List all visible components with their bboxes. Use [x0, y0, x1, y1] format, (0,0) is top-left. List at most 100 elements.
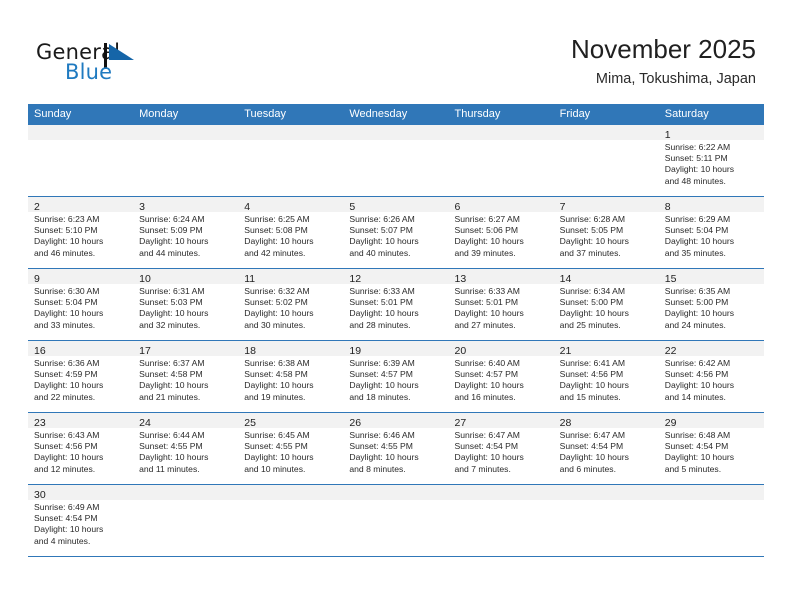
calendar-day-cell[interactable]: 20 Sunrise: 6:40 AM Sunset: 4:57 PM Dayligh…: [448, 341, 554, 412]
page-title: November 2025: [571, 34, 756, 64]
day-details: Sunrise: 6:30 AM Sunset: 5:04 PM Daylight:…: [28, 284, 133, 331]
daylight-duration-line1: Daylight: 10 hours: [349, 452, 419, 463]
sunrise-time: Sunrise: 6:24 AM: [139, 214, 205, 224]
calendar-day-cell[interactable]: 23 Sunrise: 6:43 AM Sunset: 4:56 PM Dayligh…: [28, 413, 134, 484]
calendar-day-cell-empty: [133, 485, 239, 556]
calendar-grid: Sunday Monday Tuesday Wednesday Thursday…: [28, 104, 764, 557]
day-details: [554, 140, 659, 142]
daylight-duration-line1: Daylight: 10 hours: [664, 308, 735, 319]
calendar-day-cell[interactable]: 7 Sunrise: 6:28 AM Sunset: 5:05 PM Daylight…: [553, 197, 659, 268]
daylight-duration-line2: and 7 minutes.: [454, 463, 511, 474]
calendar-day-cell-empty: [658, 485, 764, 556]
sunset-time: Sunset: 5:04 PM: [664, 225, 729, 236]
brand-logo[interactable]: General Blue: [36, 40, 296, 94]
day-details: Sunrise: 6:29 AM Sunset: 5:04 PM Daylight:…: [659, 212, 764, 259]
daylight-duration-line2: and 16 minutes.: [454, 391, 516, 402]
daylight-duration-line1: Daylight: 10 hours: [664, 452, 735, 463]
calendar-day-cell[interactable]: 13 Sunrise: 6:33 AM Sunset: 5:01 PM Dayligh…: [448, 269, 554, 340]
day-number-band: 21: [553, 341, 659, 357]
day-number-band: 1: [658, 125, 764, 141]
day-number-band: 14: [553, 269, 659, 285]
day-number-band: 30: [28, 485, 134, 501]
calendar-day-cell[interactable]: 14 Sunrise: 6:34 AM Sunset: 5:00 PM Dayligh…: [553, 269, 659, 340]
calendar-day-cell[interactable]: 29 Sunrise: 6:48 AM Sunset: 4:54 PM Dayligh…: [658, 413, 764, 484]
sunset-time: Sunset: 4:55 PM: [244, 441, 308, 452]
sunset-time: Sunset: 4:54 PM: [454, 441, 519, 452]
calendar-day-cell[interactable]: 19 Sunrise: 6:39 AM Sunset: 4:57 PM Dayligh…: [343, 341, 449, 412]
day-number-band: 27: [448, 413, 554, 429]
sunrise-time: Sunrise: 6:37 AM: [139, 358, 205, 368]
day-details: [449, 500, 554, 502]
calendar-day-cell-empty: [553, 485, 659, 556]
day-number-band: 28: [553, 413, 659, 429]
calendar-day-cell[interactable]: 4 Sunrise: 6:25 AM Sunset: 5:08 PM Daylight…: [238, 197, 344, 268]
sunset-time: Sunset: 4:56 PM: [664, 369, 729, 380]
calendar-day-cell[interactable]: 15 Sunrise: 6:35 AM Sunset: 5:00 PM Dayligh…: [658, 269, 764, 340]
calendar-day-cell[interactable]: 5 Sunrise: 6:26 AM Sunset: 5:07 PM Daylight…: [343, 197, 449, 268]
calendar-day-cell[interactable]: 17 Sunrise: 6:37 AM Sunset: 4:58 PM Dayligh…: [133, 341, 239, 412]
day-details: Sunrise: 6:47 AM Sunset: 4:54 PM Daylight:…: [449, 428, 554, 475]
day-number: 3: [139, 201, 145, 213]
day-number-band: [238, 125, 344, 140]
calendar-day-cell[interactable]: 27 Sunrise: 6:47 AM Sunset: 4:54 PM Dayligh…: [448, 413, 554, 484]
day-number-band: 25: [238, 413, 344, 429]
sunrise-time: Sunrise: 6:38 AM: [244, 358, 310, 368]
day-details: Sunrise: 6:26 AM Sunset: 5:07 PM Daylight:…: [343, 212, 448, 259]
day-number-band: [553, 125, 659, 140]
day-details: Sunrise: 6:47 AM Sunset: 4:54 PM Daylight:…: [554, 428, 659, 475]
calendar-day-cell[interactable]: 18 Sunrise: 6:38 AM Sunset: 4:58 PM Dayligh…: [238, 341, 344, 412]
sunset-time: Sunset: 4:58 PM: [244, 369, 308, 380]
sunrise-time: Sunrise: 6:40 AM: [454, 358, 520, 368]
sunrise-time: Sunrise: 6:28 AM: [559, 214, 626, 224]
calendar-day-cell[interactable]: 21 Sunrise: 6:41 AM Sunset: 4:56 PM Dayligh…: [553, 341, 659, 412]
calendar-day-cell[interactable]: 8 Sunrise: 6:29 AM Sunset: 5:04 PM Daylight…: [658, 197, 764, 268]
day-number-band: 8: [658, 197, 764, 213]
weekday-header-row: Sunday Monday Tuesday Wednesday Thursday…: [28, 104, 764, 125]
daylight-duration-line2: and 15 minutes.: [559, 391, 621, 402]
daylight-duration-line2: and 37 minutes.: [559, 247, 621, 258]
daylight-duration-line2: and 12 minutes.: [34, 463, 96, 474]
day-number-band: 16: [28, 341, 134, 357]
daylight-duration-line2: and 30 minutes.: [244, 319, 306, 330]
calendar-page: General Blue November 2025 Mima, Tokushi…: [0, 0, 792, 612]
daylight-duration-line1: Daylight: 10 hours: [139, 236, 209, 247]
day-number-band: 18: [238, 341, 344, 357]
sunrise-time: Sunrise: 6:22 AM: [664, 142, 731, 152]
day-number-band: 19: [343, 341, 449, 357]
sunset-time: Sunset: 5:00 PM: [664, 297, 729, 308]
calendar-day-cell[interactable]: 1 Sunrise: 6:22 AM Sunset: 5:11 PM Daylight…: [658, 125, 764, 196]
calendar-day-cell[interactable]: 30 Sunrise: 6:49 AM Sunset: 4:54 PM Dayligh…: [28, 485, 134, 556]
calendar-day-cell[interactable]: 28 Sunrise: 6:47 AM Sunset: 4:54 PM Dayligh…: [553, 413, 659, 484]
daylight-duration-line1: Daylight: 10 hours: [454, 452, 524, 463]
calendar-day-cell-empty: [448, 125, 554, 196]
calendar-day-cell[interactable]: 9 Sunrise: 6:30 AM Sunset: 5:04 PM Daylight…: [28, 269, 134, 340]
daylight-duration-line2: and 27 minutes.: [454, 319, 516, 330]
day-number-band: 15: [658, 269, 764, 285]
calendar-weeks: 1 Sunrise: 6:22 AM Sunset: 5:11 PM Daylight…: [28, 125, 764, 557]
daylight-duration-line1: Daylight: 10 hours: [34, 236, 104, 247]
daylight-duration-line2: and 32 minutes.: [139, 319, 201, 330]
sunrise-time: Sunrise: 6:25 AM: [244, 214, 310, 224]
calendar-day-cell[interactable]: 24 Sunrise: 6:44 AM Sunset: 4:55 PM Dayligh…: [133, 413, 239, 484]
calendar-day-cell[interactable]: 3 Sunrise: 6:24 AM Sunset: 5:09 PM Daylight…: [133, 197, 239, 268]
calendar-day-cell[interactable]: 12 Sunrise: 6:33 AM Sunset: 5:01 PM Dayligh…: [343, 269, 449, 340]
calendar-day-cell[interactable]: 22 Sunrise: 6:42 AM Sunset: 4:56 PM Dayligh…: [658, 341, 764, 412]
calendar-day-cell[interactable]: 2 Sunrise: 6:23 AM Sunset: 5:10 PM Daylight…: [28, 197, 134, 268]
calendar-day-cell[interactable]: 10 Sunrise: 6:31 AM Sunset: 5:03 PM Dayligh…: [133, 269, 239, 340]
sunrise-time: Sunrise: 6:42 AM: [664, 358, 731, 368]
day-details: [659, 500, 764, 502]
calendar-day-cell[interactable]: 26 Sunrise: 6:46 AM Sunset: 4:55 PM Dayligh…: [343, 413, 449, 484]
day-number: 8: [664, 201, 671, 213]
calendar-day-cell-empty: [448, 485, 554, 556]
day-number: 24: [139, 417, 151, 429]
calendar-day-cell[interactable]: 16 Sunrise: 6:36 AM Sunset: 4:59 PM Dayligh…: [28, 341, 134, 412]
calendar-day-cell[interactable]: 11 Sunrise: 6:32 AM Sunset: 5:02 PM Dayligh…: [238, 269, 344, 340]
day-number: 6: [454, 201, 461, 213]
calendar-day-cell[interactable]: 6 Sunrise: 6:27 AM Sunset: 5:06 PM Daylight…: [448, 197, 554, 268]
daylight-duration-line2: and 18 minutes.: [349, 391, 411, 402]
weekday-header-sunday: Sunday: [34, 108, 72, 120]
calendar-day-cell[interactable]: 25 Sunrise: 6:45 AM Sunset: 4:55 PM Dayligh…: [238, 413, 344, 484]
day-details: [133, 500, 238, 502]
sunrise-time: Sunrise: 6:48 AM: [664, 430, 731, 440]
day-number-band: 24: [133, 413, 239, 429]
